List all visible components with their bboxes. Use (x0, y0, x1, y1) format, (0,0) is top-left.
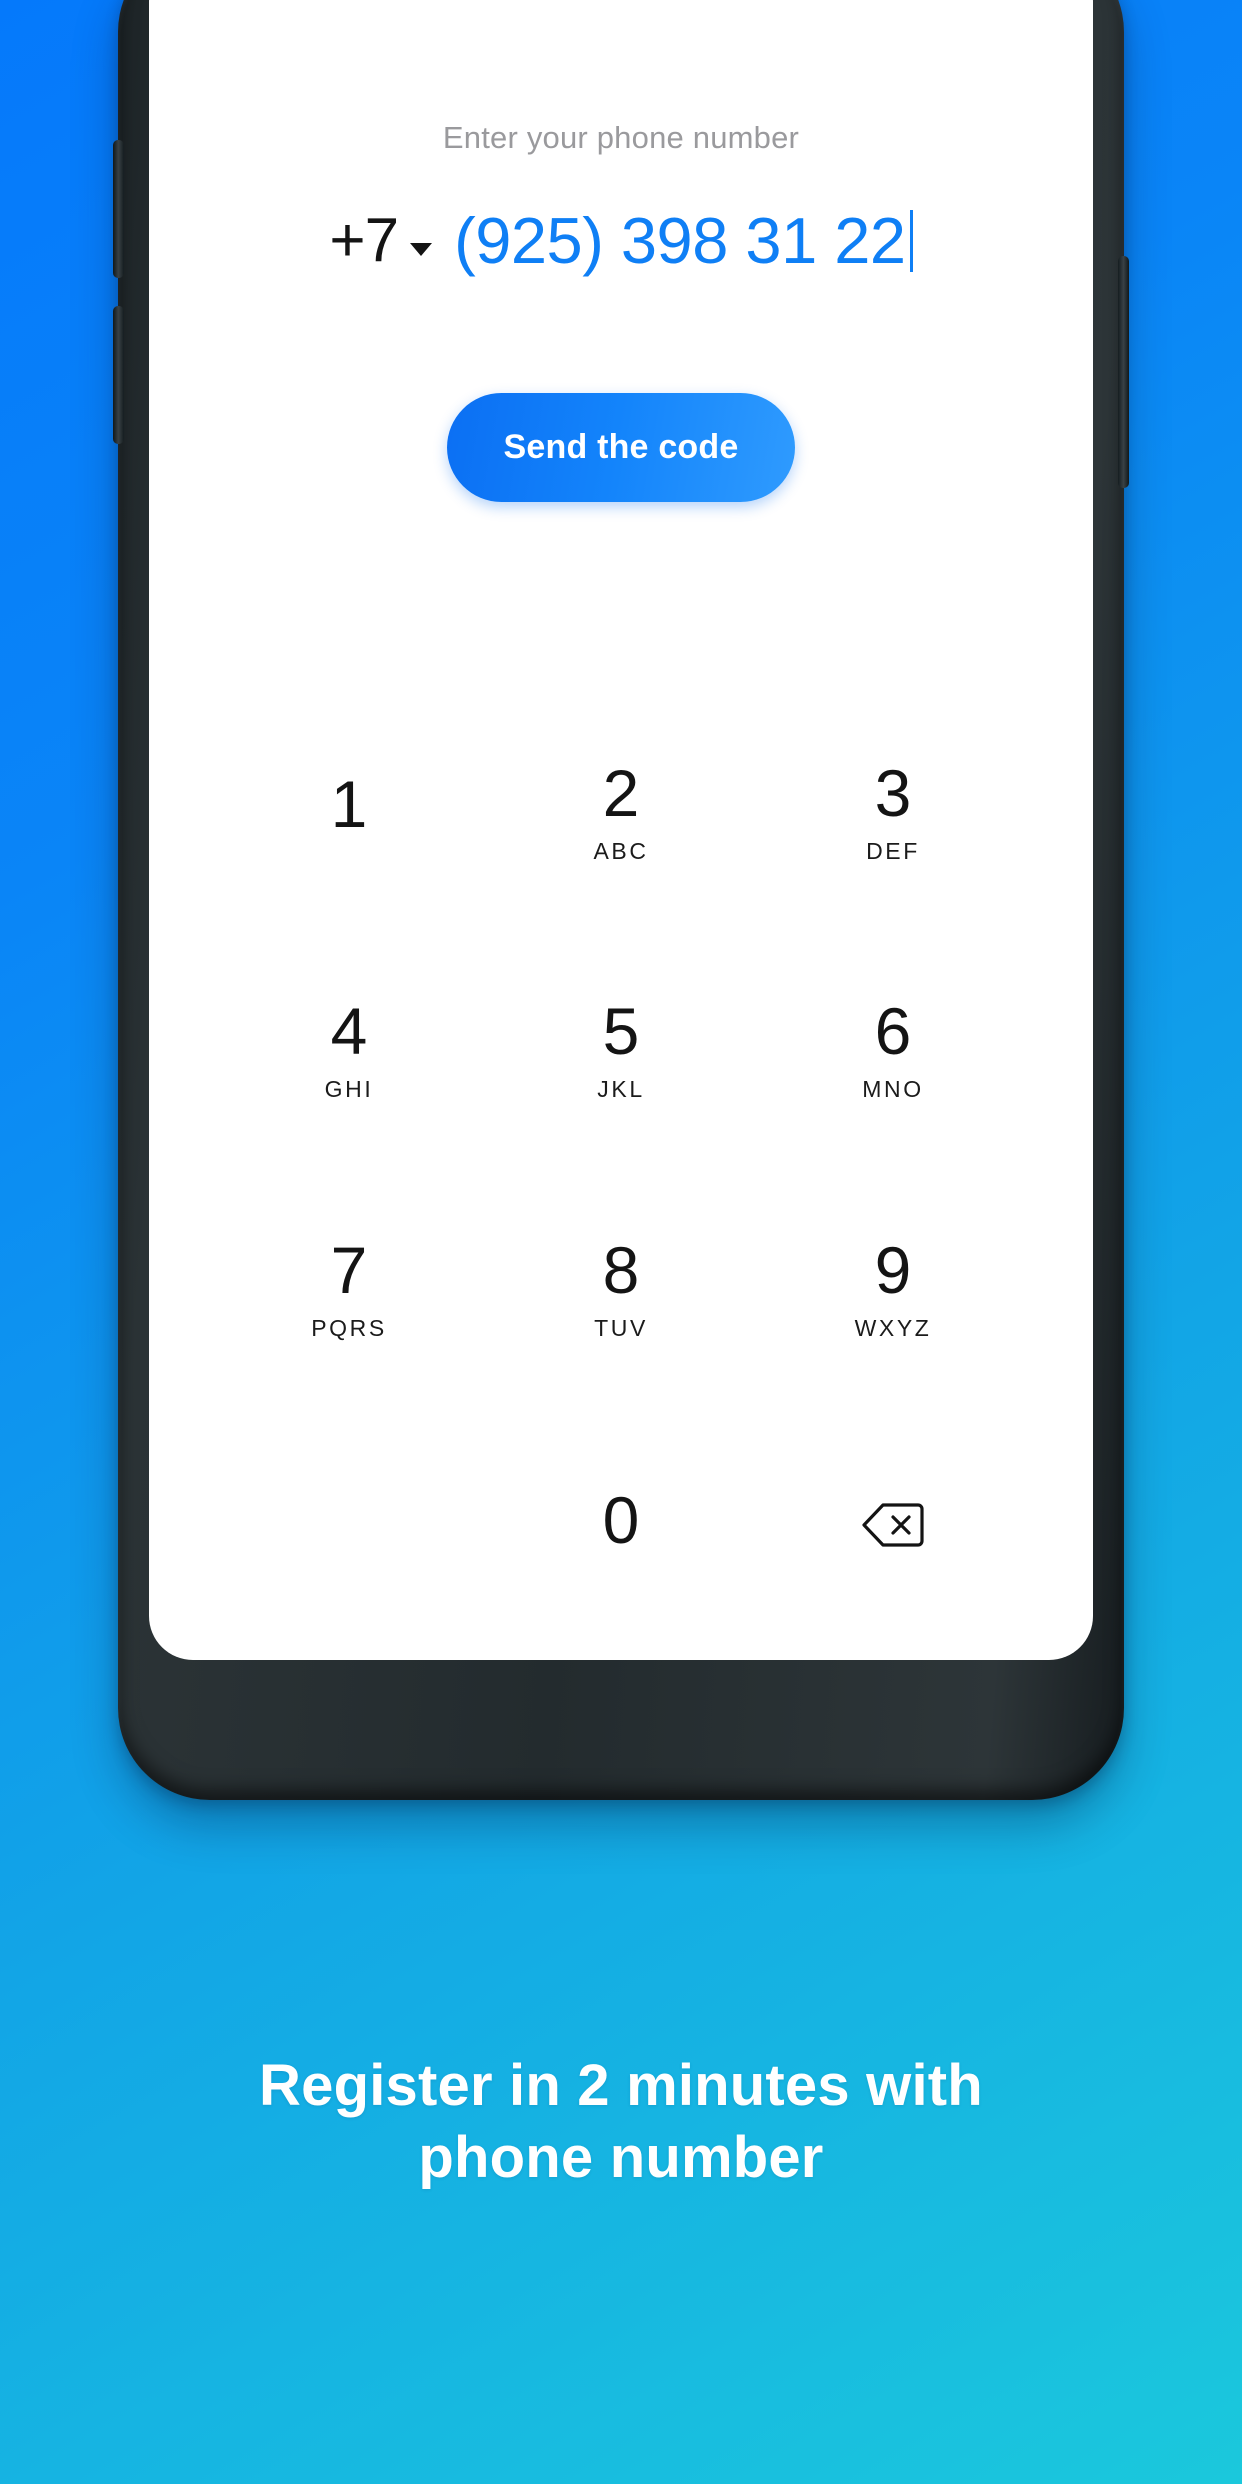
chevron-down-icon (410, 242, 433, 256)
keypad-digit: 0 (602, 1482, 640, 1557)
power-button[interactable] (1118, 256, 1129, 488)
phone-number-input[interactable]: (925) 398 31 22 (454, 204, 913, 277)
keypad-letters: ABC (593, 837, 649, 864)
phone-number-value: (925) 398 31 22 (454, 204, 906, 277)
keypad-letters: PQRS (311, 1314, 387, 1341)
text-cursor (909, 209, 913, 272)
numeric-keypad: 1 2 ABC 3 DEF 4 GHI 5 JKL 6 MNO 7 PQRS 8… (149, 692, 1093, 1660)
phone-screen: Enter your phone number +7 (925) 398 31 … (149, 0, 1093, 1660)
keypad-digit: 4 (330, 994, 368, 1069)
promo-caption: Register in 2 minutes with phone number (0, 2050, 1242, 2194)
keypad-key-1[interactable]: 1 (213, 692, 485, 931)
keypad-key-3[interactable]: 3 DEF (757, 692, 1029, 931)
keypad-key-9[interactable]: 9 WXYZ (757, 1169, 1029, 1408)
keypad-digit: 8 (602, 1232, 640, 1307)
keypad-digit: 5 (602, 994, 640, 1069)
keypad-digit: 7 (330, 1232, 368, 1307)
keypad-key-8[interactable]: 8 TUV (485, 1169, 757, 1408)
phone-device-mockup: Enter your phone number +7 (925) 398 31 … (113, 0, 1129, 1800)
volume-up-button[interactable] (113, 140, 124, 278)
send-code-button[interactable]: Send the code (447, 393, 795, 502)
keypad-digit: 1 (330, 767, 368, 842)
keypad-key-blank (213, 1408, 485, 1647)
promo-caption-line2: phone number (418, 2124, 824, 2190)
keypad-letters: WXYZ (854, 1314, 932, 1341)
phone-hint-label: Enter your phone number (442, 120, 800, 155)
country-code-selector[interactable]: +7 (329, 205, 433, 275)
keypad-letters: GHI (324, 1076, 374, 1103)
country-code-value: +7 (329, 205, 399, 275)
keypad-key-4[interactable]: 4 GHI (213, 931, 485, 1170)
keypad-key-backspace[interactable] (757, 1408, 1029, 1647)
keypad-digit: 9 (874, 1232, 912, 1307)
keypad-letters: TUV (594, 1314, 648, 1341)
keypad-key-6[interactable]: 6 MNO (757, 931, 1029, 1170)
keypad-letters: DEF (866, 837, 920, 864)
keypad-digit: 3 (874, 755, 912, 830)
registration-screen: Enter your phone number +7 (925) 398 31 … (149, 0, 1093, 1660)
volume-down-button[interactable] (113, 306, 124, 444)
keypad-letters: JKL (597, 1076, 645, 1103)
keypad-digit: 6 (874, 994, 912, 1069)
keypad-letters: MNO (862, 1076, 924, 1103)
phone-input-row: +7 (925) 398 31 22 (149, 208, 1093, 273)
keypad-key-0[interactable]: 0 (485, 1408, 757, 1647)
keypad-digit: 2 (602, 755, 640, 830)
keypad-key-2[interactable]: 2 ABC (485, 692, 757, 931)
keypad-key-7[interactable]: 7 PQRS (213, 1169, 485, 1408)
promo-caption-line1: Register in 2 minutes with (259, 2053, 983, 2118)
backspace-icon (861, 1501, 925, 1552)
keypad-key-5[interactable]: 5 JKL (485, 931, 757, 1170)
